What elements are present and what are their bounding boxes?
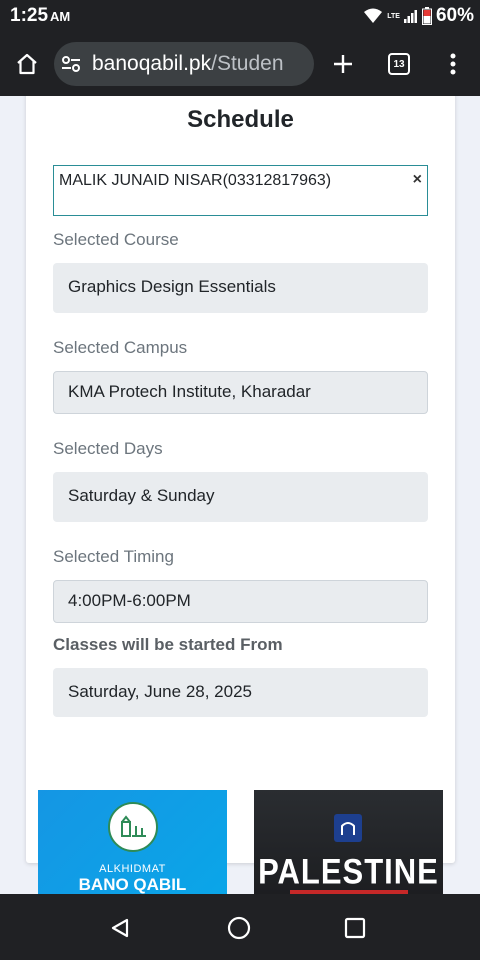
recents-button[interactable] <box>335 908 375 948</box>
start-date-value: Saturday, June 28, 2025 <box>68 682 252 701</box>
clock-ampm: AM <box>50 9 71 24</box>
days-value: Saturday & Sunday <box>68 486 215 505</box>
banner-right-title: PALESTINE <box>258 851 439 892</box>
recents-square-icon <box>344 917 366 939</box>
student-selected-value: MALIK JUNAID NISAR(03312817963) <box>59 172 332 189</box>
status-icons: LTE 60% <box>363 4 474 28</box>
bano-qabil-logo <box>108 802 158 852</box>
url-domain: banoqabil.pk <box>92 52 212 75</box>
battery-percent: 60% <box>435 5 474 26</box>
campus-label: Selected Campus <box>53 338 188 357</box>
banner-left-title: BANO QABIL <box>78 875 187 894</box>
back-triangle-icon <box>111 918 129 938</box>
alkhidmat-emblem <box>334 814 362 842</box>
tune-icon[interactable] <box>60 53 82 75</box>
system-nav-bar <box>0 894 480 960</box>
course-field: Graphics Design Essentials <box>53 263 428 313</box>
clear-selection-icon[interactable]: × <box>413 171 422 189</box>
address-bar[interactable]: banoqabil.pk/Studen <box>54 42 314 86</box>
battery-icon <box>421 7 432 25</box>
status-time: 1:25 AM <box>10 5 70 27</box>
start-date-label: Classes will be started From <box>53 635 283 654</box>
student-select[interactable]: MALIK JUNAID NISAR(03312817963) × <box>53 165 428 216</box>
wifi-icon <box>364 8 383 23</box>
status-bar: 1:25 AM LTE 60% <box>0 0 480 32</box>
emblem-icon <box>341 822 355 835</box>
timing-value: 4:00PM-6:00PM <box>68 591 191 610</box>
signal-icon <box>403 10 417 23</box>
start-date-field: Saturday, June 28, 2025 <box>53 668 428 717</box>
schedule-card: Schedule MALIK JUNAID NISAR(03312817963)… <box>26 96 455 863</box>
campus-field: KMA Protech Institute, Kharadar <box>53 371 428 414</box>
campus-value: KMA Protech Institute, Kharadar <box>68 382 311 401</box>
back-button[interactable] <box>100 908 140 948</box>
timing-label: Selected Timing <box>53 547 174 566</box>
building-icon <box>121 815 146 837</box>
url-path: /Studen <box>211 52 284 75</box>
home-icon <box>17 53 37 75</box>
browser-toolbar: banoqabil.pk/Studen 13 <box>0 32 480 96</box>
more-vert-icon <box>450 53 456 75</box>
palestine-banner[interactable]: PALESTINE <box>254 790 443 894</box>
bano-qabil-banner[interactable]: ALKHIDMAT BANO QABIL <box>38 790 227 894</box>
course-value: Graphics Design Essentials <box>68 277 276 296</box>
network-type: LTE <box>387 12 400 20</box>
tab-count: 13 <box>388 53 410 75</box>
days-label: Selected Days <box>53 439 163 458</box>
web-page[interactable]: Schedule MALIK JUNAID NISAR(03312817963)… <box>0 96 480 894</box>
tab-switcher-button[interactable]: 13 <box>379 44 419 84</box>
home-button[interactable] <box>7 44 47 84</box>
timing-field: 4:00PM-6:00PM <box>53 580 428 623</box>
plus-icon <box>334 55 352 73</box>
url-text[interactable]: banoqabil.pk/Studen <box>92 52 284 76</box>
home-nav-button[interactable] <box>219 908 259 948</box>
course-label: Selected Course <box>53 230 179 249</box>
home-circle-icon <box>227 916 251 940</box>
new-tab-button[interactable] <box>323 44 363 84</box>
clock-time: 1:25 <box>10 5 49 26</box>
menu-button[interactable] <box>433 44 473 84</box>
banner-left-subtitle: ALKHIDMAT <box>99 863 166 875</box>
days-field: Saturday & Sunday <box>53 472 428 522</box>
page-title: Schedule <box>187 106 294 133</box>
